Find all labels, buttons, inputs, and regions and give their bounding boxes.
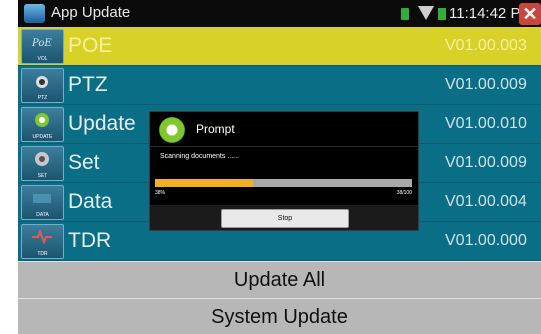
icon-label: TDR <box>37 251 48 257</box>
stop-button[interactable]: Stop <box>221 209 349 228</box>
svg-text:PoE: PoE <box>31 38 52 49</box>
row-name: TDR <box>68 229 112 252</box>
settings-gear-icon: SET <box>21 146 64 181</box>
list-item-ptz[interactable]: PTZ PTZ V01.00.009 <box>18 66 541 105</box>
battery-icon <box>401 8 409 20</box>
icon-label: PTZ <box>37 95 48 101</box>
signal-icon <box>438 8 446 20</box>
row-name: Update <box>68 112 136 135</box>
row-version: V01.00.010 <box>445 115 527 132</box>
row-version: V01.00.009 <box>445 76 527 93</box>
row-name: POE <box>68 34 113 57</box>
dialog-message: Scanning documents ...... <box>160 153 239 160</box>
data-icon: DATA <box>21 185 64 220</box>
icon-label: SET <box>37 173 48 179</box>
tdr-icon: TDR <box>21 224 64 259</box>
icon-label: DATA <box>36 212 49 218</box>
window-title: App Update <box>51 4 131 21</box>
gear-icon <box>159 117 185 143</box>
icon-label: VOL <box>37 56 48 62</box>
update-all-button[interactable]: Update All <box>18 261 541 299</box>
prompt-dialog: Prompt Scanning documents ...... 38% 38/… <box>149 111 419 231</box>
row-name: Data <box>68 190 113 213</box>
progress-percent: 38% <box>155 190 166 196</box>
row-version: V01.00.000 <box>445 232 527 249</box>
progress-bar <box>155 179 412 187</box>
row-version: V01.00.004 <box>445 193 527 210</box>
row-version: V01.00.009 <box>445 154 527 171</box>
system-update-button[interactable]: System Update <box>18 298 541 334</box>
dialog-footer: Stop <box>150 205 418 230</box>
close-button[interactable]: ✕ <box>519 3 541 25</box>
divider <box>150 146 418 147</box>
list-item-poe[interactable]: PoE VOL POE V01.00.003 <box>18 27 541 66</box>
app-screen: App Update 11:14:42 PM ✕ PoE VOL POE V01… <box>18 0 541 334</box>
camera-icon: PTZ <box>21 68 64 103</box>
progress-fill <box>155 179 253 187</box>
app-icon <box>24 4 45 23</box>
gear-icon: UPDATE <box>21 107 64 142</box>
row-name: PTZ <box>68 73 108 96</box>
row-version: V01.00.003 <box>445 37 527 54</box>
poe-icon: PoE VOL <box>21 29 64 64</box>
dialog-title: Prompt <box>196 122 235 136</box>
wifi-icon <box>418 6 434 20</box>
progress-count: 38/100 <box>396 190 412 196</box>
status-bar: App Update 11:14:42 PM ✕ <box>18 0 541 27</box>
row-name: Set <box>68 151 100 174</box>
icon-label: UPDATE <box>32 134 53 140</box>
